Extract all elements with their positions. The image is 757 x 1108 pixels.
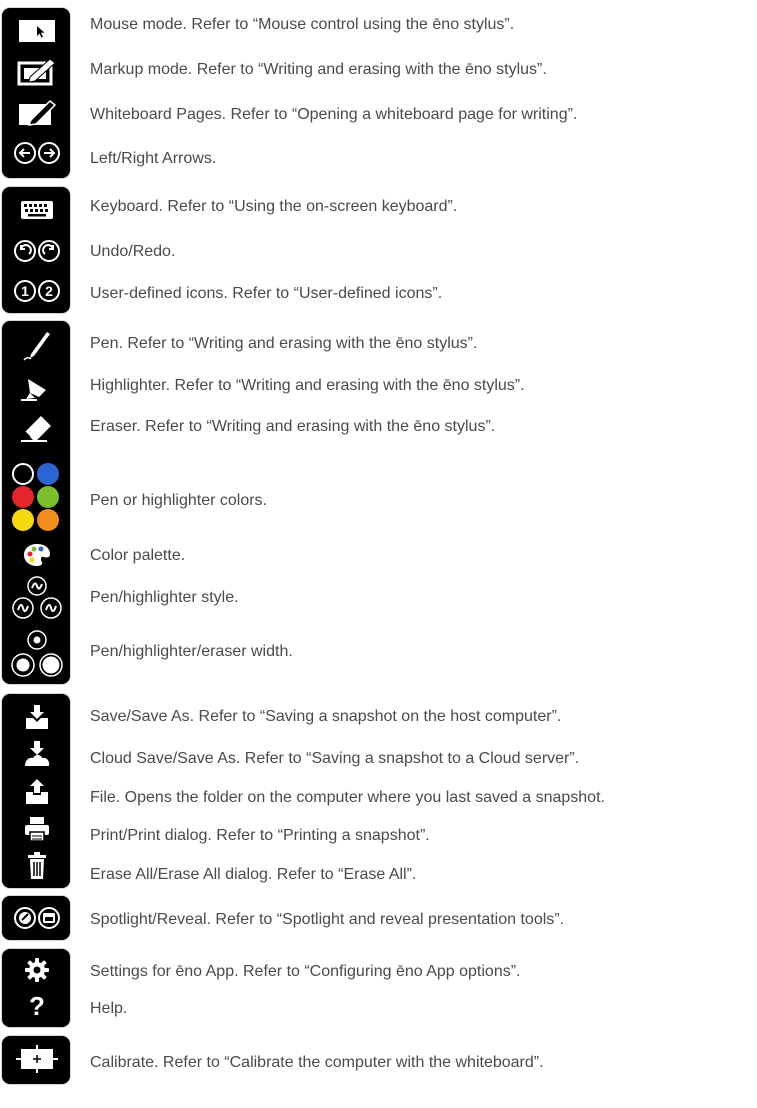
- desc-pen: Pen. Refer to “Writing and erasing with …: [90, 335, 478, 352]
- desc-pen-style: Pen/highlighter style.: [90, 589, 239, 606]
- toolbar-group-input: 1 2: [1, 186, 71, 314]
- desc-color-palette: Color palette.: [90, 547, 186, 564]
- color-yellow-swatch[interactable]: [12, 509, 34, 531]
- user-defined-icons-button[interactable]: 1 2: [11, 274, 63, 308]
- color-palette-button[interactable]: [11, 538, 63, 572]
- desc-mouse-mode: Mouse mode. Refer to “Mouse control usin…: [90, 16, 515, 33]
- width-group[interactable]: [8, 628, 66, 680]
- erase-all-icon: [28, 852, 46, 879]
- color-blue-swatch[interactable]: [37, 463, 59, 485]
- left-right-arrows-icon: [14, 142, 60, 164]
- help-button[interactable]: ?: [11, 989, 63, 1023]
- pen-colors-icon: [12, 463, 59, 531]
- color-green-swatch[interactable]: [37, 486, 59, 508]
- desc-save: Save/Save As. Refer to “Saving a snapsho…: [90, 708, 562, 725]
- width-icon: [11, 630, 63, 677]
- file-icon: [26, 779, 48, 804]
- cloud-save-icon: [25, 741, 50, 766]
- whiteboard-pages-icon: [19, 99, 57, 126]
- color-orange-swatch[interactable]: [37, 509, 59, 531]
- whiteboard-pages-button[interactable]: [11, 96, 63, 130]
- pen-icon: [23, 332, 50, 361]
- desc-left-right-arrows: Left/Right Arrows.: [90, 150, 217, 167]
- eno-toolbar: 1 2 ?: [0, 0, 76, 1108]
- toolbar-group-file: [1, 693, 71, 889]
- print-icon: [25, 817, 49, 842]
- print-button[interactable]: [11, 812, 63, 846]
- spotlight-reveal-button[interactable]: [11, 901, 63, 935]
- markup-mode-icon: [17, 58, 56, 86]
- toolbar-group-settings: ?: [1, 948, 71, 1028]
- eraser-button[interactable]: [11, 410, 63, 444]
- mouse-mode-icon: [19, 20, 55, 42]
- pen-button[interactable]: [11, 329, 63, 363]
- mouse-mode-button[interactable]: [11, 14, 63, 48]
- left-right-arrows-button[interactable]: [11, 136, 63, 170]
- help-icon: ?: [29, 991, 45, 1021]
- undo-redo-button[interactable]: [11, 234, 63, 268]
- user-icon-1-label: 1: [21, 283, 29, 299]
- toolbar-group-presentation: [1, 895, 71, 941]
- desc-pen-colors: Pen or highlighter colors.: [90, 492, 267, 509]
- cloud-save-button[interactable]: [11, 737, 63, 771]
- color-red-swatch[interactable]: [12, 486, 34, 508]
- pen-style-icon: [12, 576, 62, 619]
- user-defined-icons-icon: 1 2: [14, 280, 60, 302]
- keyboard-icon: [21, 201, 53, 219]
- calibrate-icon: [16, 1045, 58, 1073]
- markup-mode-button[interactable]: [11, 55, 63, 89]
- toolbar-group-drawing: [1, 320, 71, 685]
- desc-file: File. Opens the folder on the computer w…: [90, 789, 605, 806]
- spotlight-reveal-icon: [14, 907, 60, 929]
- pen-colors-group: [8, 461, 66, 533]
- eraser-icon: [21, 416, 51, 442]
- desc-erase-all: Erase All/Erase All dialog. Refer to “Er…: [90, 866, 417, 883]
- save-icon: [26, 705, 48, 729]
- toolbar-group-navigation: [1, 7, 71, 179]
- calibrate-button[interactable]: [11, 1042, 63, 1076]
- desc-print: Print/Print dialog. Refer to “Printing a…: [90, 827, 430, 844]
- highlighter-button[interactable]: [11, 369, 63, 403]
- desc-undo-redo: Undo/Redo.: [90, 243, 176, 260]
- desc-cloud-save: Cloud Save/Save As. Refer to “Saving a s…: [90, 750, 580, 767]
- toolbar-group-calibrate: [1, 1035, 71, 1085]
- undo-redo-icon: [14, 240, 60, 262]
- pen-style-group[interactable]: [8, 574, 66, 622]
- save-button[interactable]: [11, 700, 63, 734]
- color-palette-icon: [24, 544, 50, 566]
- desc-keyboard: Keyboard. Refer to “Using the on-screen …: [90, 198, 458, 215]
- highlighter-icon: [21, 379, 46, 401]
- file-button[interactable]: [11, 775, 63, 809]
- erase-all-button[interactable]: [11, 849, 63, 883]
- keyboard-button[interactable]: [11, 193, 63, 227]
- desc-help: Help.: [90, 1000, 128, 1017]
- settings-icon: [25, 958, 49, 982]
- desc-user-defined-icons: User-defined icons. Refer to “User-defin…: [90, 285, 443, 302]
- desc-spotlight-reveal: Spotlight/Reveal. Refer to “Spotlight an…: [90, 911, 565, 928]
- color-white-swatch[interactable]: [12, 463, 34, 485]
- desc-highlighter: Highlighter. Refer to “Writing and erasi…: [90, 377, 525, 394]
- user-icon-2-label: 2: [45, 283, 53, 299]
- desc-markup-mode: Markup mode. Refer to “Writing and erasi…: [90, 61, 547, 78]
- desc-eraser: Eraser. Refer to “Writing and erasing wi…: [90, 418, 496, 435]
- desc-calibrate: Calibrate. Refer to “Calibrate the compu…: [90, 1054, 544, 1071]
- settings-button[interactable]: [11, 953, 63, 987]
- desc-whiteboard-pages: Whiteboard Pages. Refer to “Opening a wh…: [90, 106, 578, 123]
- desc-width: Pen/highlighter/eraser width.: [90, 643, 293, 660]
- desc-settings: Settings for ēno App. Refer to “Configur…: [90, 963, 521, 980]
